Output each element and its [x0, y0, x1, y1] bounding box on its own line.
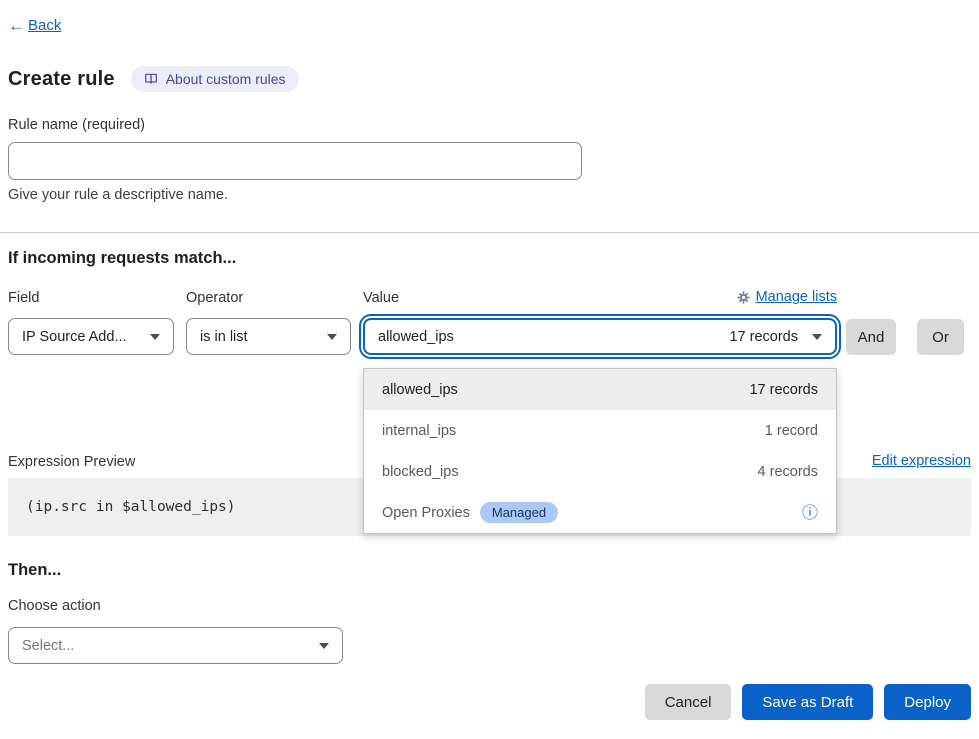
and-button[interactable]: And — [846, 319, 896, 355]
field-column-label: Field — [8, 290, 39, 306]
create-rule-page: ← Back Create rule About custom rules Ru… — [0, 0, 979, 739]
about-custom-rules-label: About custom rules — [166, 71, 286, 87]
operator-column-label: Operator — [186, 290, 243, 306]
managed-badge: Managed — [480, 502, 558, 523]
chevron-down-icon — [812, 334, 822, 340]
operator-select-value: is in list — [200, 329, 248, 345]
match-section-heading: If incoming requests match... — [8, 249, 236, 268]
list-option-name: blocked_ips — [382, 464, 459, 480]
list-option-name: internal_ips — [382, 423, 456, 439]
rule-name-input[interactable] — [8, 142, 582, 180]
deploy-button[interactable]: Deploy — [884, 684, 971, 720]
list-dropdown-menu: allowed_ips 17 records internal_ips 1 re… — [363, 368, 837, 534]
list-option-allowed-ips[interactable]: allowed_ips 17 records — [364, 369, 836, 410]
save-as-draft-button[interactable]: Save as Draft — [742, 684, 873, 720]
chevron-down-icon — [150, 334, 160, 340]
value-select-value: allowed_ips — [378, 329, 454, 345]
back-link[interactable]: ← Back — [8, 17, 61, 34]
list-option-record-count: 4 records — [758, 464, 818, 480]
info-icon[interactable]: ⓘ — [802, 505, 818, 521]
or-button[interactable]: Or — [917, 319, 964, 355]
list-option-blocked-ips[interactable]: blocked_ips 4 records — [364, 451, 836, 492]
list-option-record-count: 17 records — [749, 382, 818, 398]
chevron-down-icon — [327, 334, 337, 340]
about-custom-rules-link[interactable]: About custom rules — [131, 66, 299, 92]
title-row: Create rule About custom rules — [8, 66, 299, 92]
list-option-open-proxies[interactable]: Open Proxies Managed ⓘ — [364, 492, 836, 533]
field-select-value: IP Source Add... — [22, 329, 127, 345]
back-link-label: Back — [28, 17, 61, 34]
page-title: Create rule — [8, 68, 115, 91]
list-option-internal-ips[interactable]: internal_ips 1 record — [364, 410, 836, 451]
expression-preview-label: Expression Preview — [8, 454, 135, 470]
chevron-down-icon — [319, 643, 329, 649]
gear-icon — [737, 291, 750, 304]
footer-actions: Cancel Save as Draft Deploy — [645, 684, 971, 720]
choose-action-label: Choose action — [8, 598, 101, 614]
action-select-placeholder: Select... — [22, 638, 74, 654]
book-icon — [144, 72, 158, 86]
edit-expression-link[interactable]: Edit expression — [872, 453, 971, 469]
list-option-record-count: 1 record — [765, 423, 818, 439]
value-select[interactable]: allowed_ips 17 records — [363, 318, 837, 355]
rule-name-help-text: Give your rule a descriptive name. — [8, 187, 228, 203]
section-divider — [0, 232, 979, 233]
then-section-heading: Then... — [8, 561, 61, 580]
list-option-name: allowed_ips — [382, 382, 458, 398]
manage-lists-link[interactable]: Manage lists — [737, 289, 837, 305]
operator-select[interactable]: is in list — [186, 318, 351, 355]
action-select[interactable]: Select... — [8, 627, 343, 664]
value-select-record-count: 17 records — [729, 329, 798, 345]
cancel-button[interactable]: Cancel — [645, 684, 732, 720]
manage-lists-label: Manage lists — [756, 289, 837, 305]
field-select[interactable]: IP Source Add... — [8, 318, 174, 355]
value-column-label: Value — [363, 290, 399, 306]
list-option-name: Open Proxies — [382, 505, 470, 521]
rule-name-label: Rule name (required) — [8, 117, 145, 133]
back-arrow-icon: ← — [8, 17, 25, 34]
expression-text: (ip.src in $allowed_ips) — [26, 499, 236, 515]
